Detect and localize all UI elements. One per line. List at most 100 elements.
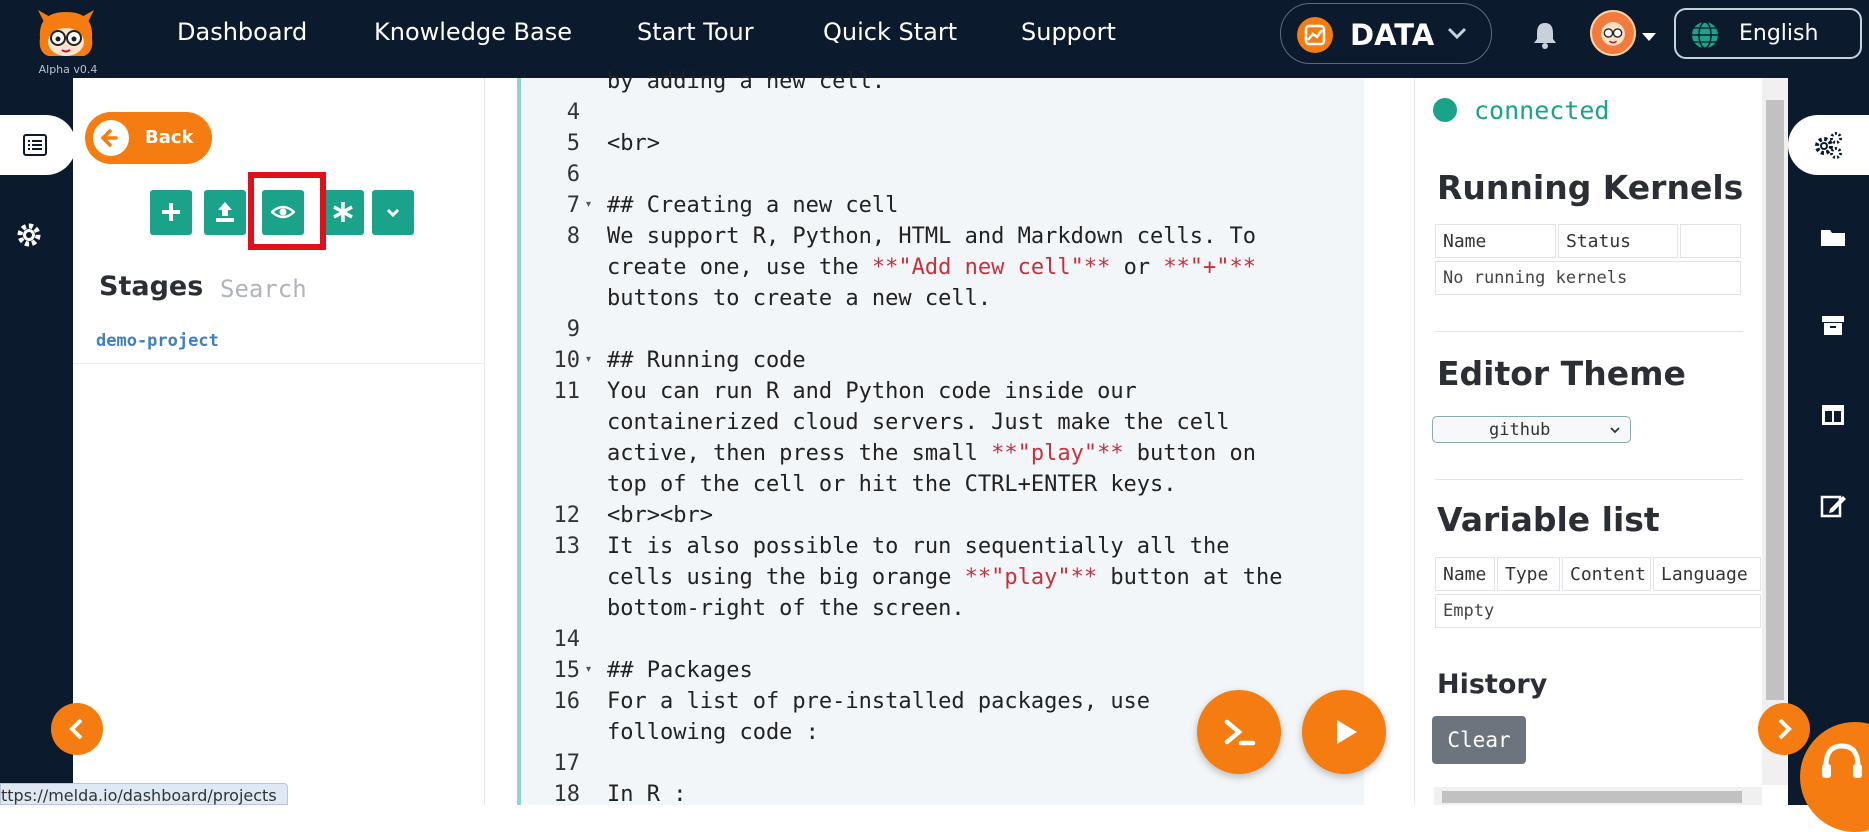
vars-col-name: Name (1435, 557, 1495, 591)
run-all-button[interactable] (1302, 690, 1386, 774)
app-logo[interactable]: Alpha v0.4 (28, 6, 108, 76)
markdown-bold-token: **"Add new cell"** (871, 255, 1111, 280)
layout-columns-icon[interactable] (1818, 400, 1848, 430)
more-options-button[interactable] (372, 190, 414, 235)
code-line[interactable]: <br><br> (607, 503, 713, 528)
panel-horizontal-scrollbar-thumb[interactable] (1442, 791, 1742, 803)
stages-list-tab[interactable] (0, 115, 76, 175)
code-text: create one, use the (607, 255, 872, 280)
line-number: 18 (553, 782, 581, 807)
chevron-left-icon (69, 718, 83, 740)
terminal-button[interactable] (1197, 690, 1281, 774)
vars-col-type: Type (1497, 557, 1560, 591)
notification-bell-icon[interactable] (1530, 20, 1560, 50)
user-avatar[interactable] (1590, 10, 1636, 56)
chevron-down-icon (386, 208, 400, 218)
code-text: ## Running code (607, 348, 806, 373)
panel-scrollbar-thumb[interactable] (1766, 100, 1784, 700)
code-text: button on (1123, 441, 1257, 466)
nav-quick-start[interactable]: Quick Start (823, 18, 957, 46)
headset-icon (1822, 743, 1862, 778)
code-line[interactable]: by adding a new cell. (607, 69, 885, 94)
code-line[interactable]: cells using the big orange **"play"** bu… (607, 565, 1283, 590)
line-number: 17 (553, 751, 581, 776)
add-stage-button[interactable] (150, 190, 192, 235)
nav-start-tour[interactable]: Start Tour (637, 18, 754, 46)
code-text: ## Packages (607, 658, 753, 683)
avatar-caret-icon[interactable] (1642, 33, 1656, 41)
code-line[interactable]: It is also possible to run sequentially … (607, 534, 1230, 559)
nav-knowledge-base[interactable]: Knowledge Base (374, 18, 572, 46)
left-rail (0, 78, 73, 805)
line-number: 13 (553, 534, 581, 559)
nav-dashboard[interactable]: Dashboard (177, 18, 307, 46)
code-line[interactable]: ## Packages (607, 658, 753, 683)
asterisk-button[interactable] (322, 190, 364, 235)
code-text: <br> (607, 131, 660, 156)
upload-button[interactable] (204, 190, 246, 235)
code-line[interactable]: You can run R and Python code inside our (607, 379, 1137, 404)
code-line[interactable]: top of the cell or hit the CTRL+ENTER ke… (607, 472, 1177, 497)
fold-toggle-icon[interactable]: ▾ (586, 354, 591, 365)
code-line[interactable]: following code : (607, 720, 819, 745)
collapse-left-button[interactable] (51, 703, 103, 755)
code-text: by adding a new cell. (607, 69, 886, 94)
archive-icon[interactable] (1818, 310, 1848, 340)
fold-toggle-icon[interactable]: ▾ (586, 199, 591, 210)
clear-history-button[interactable]: Clear (1432, 716, 1526, 764)
edit-note-icon[interactable] (1818, 490, 1848, 520)
project-link-demo-project[interactable]: demo-project (96, 331, 219, 351)
line-number: 4 (566, 100, 580, 125)
code-text: buttons to create a new cell. (607, 286, 992, 311)
highlight-box (248, 172, 326, 250)
sidebar-divider (73, 363, 485, 364)
code-text: button at the (1097, 565, 1283, 590)
code-line[interactable]: <br> (607, 131, 660, 156)
editor-theme-title: Editor Theme (1437, 354, 1686, 393)
panel-divider (1435, 479, 1743, 480)
code-text: In R : (607, 782, 687, 807)
chevron-down-icon (1447, 27, 1467, 40)
editor-theme-value: github (1489, 420, 1551, 440)
code-text: bottom-right of the screen. (607, 596, 965, 621)
code-line[interactable]: We support R, Python, HTML and Markdown … (607, 224, 1256, 249)
chevron-right-icon (1778, 718, 1792, 740)
folder-icon[interactable] (1818, 222, 1848, 252)
back-arrow-icon (93, 120, 129, 156)
status-bar-url: ttps://melda.io/dashboard/projects (0, 783, 288, 805)
fold-toggle-icon[interactable]: ▾ (586, 664, 591, 675)
chart-icon (1297, 17, 1333, 53)
markdown-bold-token: **"play"** (964, 565, 1098, 590)
avatar-icon (1601, 22, 1625, 46)
play-icon (1337, 720, 1357, 744)
data-selector[interactable]: DATA (1280, 3, 1492, 64)
code-line[interactable]: containerized cloud servers. Just make t… (607, 410, 1230, 435)
code-line[interactable]: ## Creating a new cell (607, 193, 898, 218)
editor-theme-select[interactable]: github (1432, 416, 1631, 443)
nav-support[interactable]: Support (1021, 18, 1116, 46)
code-text: top of the cell or hit the CTRL+ENTER ke… (607, 472, 1177, 497)
collapse-right-button[interactable] (1758, 703, 1810, 755)
panel-divider (1435, 331, 1743, 332)
code-line[interactable]: buttons to create a new cell. (607, 286, 991, 311)
code-line[interactable]: In R : (607, 782, 686, 807)
settings-gear-icon[interactable] (14, 220, 44, 250)
kernels-empty: No running kernels (1435, 261, 1741, 295)
line-number: 15 (553, 658, 581, 683)
code-line[interactable]: ## Running code (607, 348, 806, 373)
code-text: cells using the big orange (607, 565, 965, 590)
back-button[interactable]: Back (85, 112, 212, 164)
stage-search-input[interactable] (220, 272, 390, 306)
gears-icon (1815, 132, 1842, 159)
language-selector[interactable]: English (1674, 8, 1862, 59)
code-line[interactable]: active, then press the small **"play"** … (607, 441, 1256, 466)
line-number: 7 (566, 193, 580, 218)
code-line[interactable]: For a list of pre-installed packages, us… (607, 689, 1150, 714)
history-title: History (1437, 669, 1548, 700)
line-number: 8 (566, 224, 580, 249)
data-selector-label: DATA (1350, 18, 1435, 52)
kernel-settings-tab[interactable] (1788, 115, 1869, 175)
code-line[interactable]: create one, use the **"Add new cell"** o… (607, 255, 1256, 280)
back-label: Back (145, 127, 194, 148)
code-line[interactable]: bottom-right of the screen. (607, 596, 965, 621)
